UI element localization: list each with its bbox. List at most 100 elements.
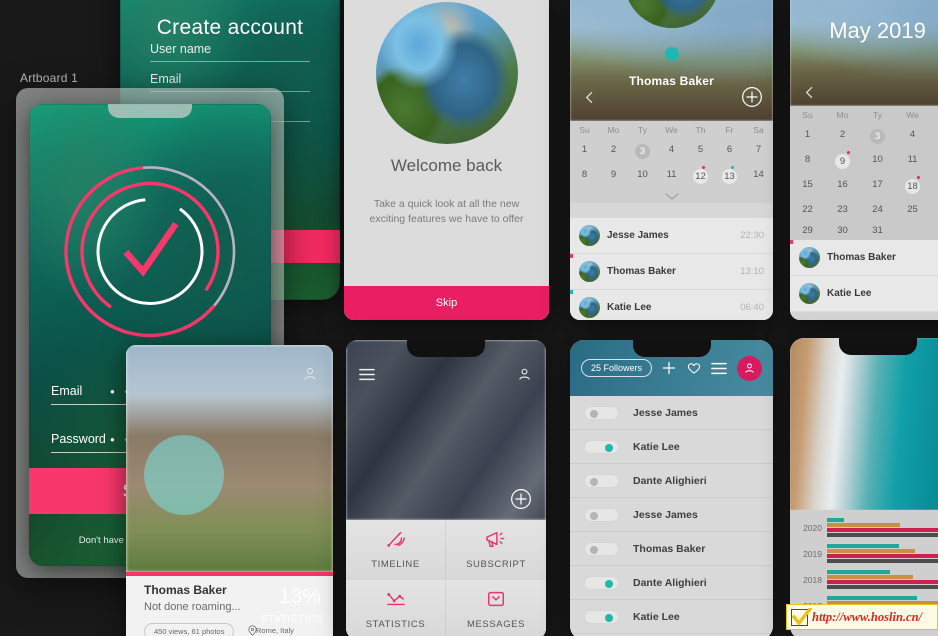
person-icon[interactable] bbox=[301, 365, 319, 383]
calendar-day[interactable]: 11 bbox=[895, 149, 930, 174]
chat-row[interactable]: Thomas Baker bbox=[790, 240, 938, 276]
calendar-day[interactable]: 31 bbox=[860, 220, 895, 241]
bar bbox=[827, 580, 938, 584]
calendar-day[interactable]: 2 bbox=[599, 139, 628, 164]
menu-grid[interactable]: TIMELINE SUBSCRIPT STATISTICS MESSAGES bbox=[346, 520, 546, 636]
calendar-day[interactable]: 19 bbox=[930, 174, 938, 199]
calendar-day[interactable]: 25 bbox=[895, 199, 930, 220]
chat-row[interactable]: Katie Lee 06:40 bbox=[570, 290, 773, 320]
calendar-day[interactable]: 8 bbox=[570, 164, 599, 189]
panel-profile-calendar[interactable]: Thomas Baker Su Mo Ty We Th Fr Sa 123456… bbox=[570, 0, 773, 320]
calendar-day[interactable]: 9 bbox=[825, 149, 860, 174]
calendar-day[interactable]: 1 bbox=[570, 139, 599, 164]
follow-toggle[interactable] bbox=[584, 575, 619, 590]
follow-toggle[interactable] bbox=[584, 541, 619, 556]
calendar-day[interactable]: 5 bbox=[686, 139, 715, 164]
chat-list[interactable]: Thomas Baker Katie Lee bbox=[790, 240, 938, 312]
calendar-day[interactable]: 9 bbox=[599, 164, 628, 189]
calendar-day-number: 1 bbox=[581, 144, 588, 155]
calendar-day[interactable]: 12 bbox=[930, 149, 938, 174]
calendar-day[interactable]: 14 bbox=[744, 164, 773, 189]
hamburger-icon[interactable] bbox=[711, 362, 727, 375]
panel-welcome-back[interactable]: Welcome back Take a quick look at all th… bbox=[344, 0, 549, 320]
panel-rome-post[interactable]: 13% STATISTICS Thomas Baker Not done roa… bbox=[126, 345, 333, 636]
calendar-week-row[interactable]: 15 16 17 18 19 bbox=[790, 174, 938, 199]
follow-toggle[interactable] bbox=[584, 507, 619, 522]
calendar-day[interactable]: 2 bbox=[825, 124, 860, 149]
chevron-left-icon[interactable] bbox=[801, 84, 818, 101]
calendar-day[interactable]: 10 bbox=[860, 149, 895, 174]
hamburger-icon[interactable] bbox=[359, 368, 375, 381]
panel-city-menu[interactable]: TIMELINE SUBSCRIPT STATISTICS MESSAGES bbox=[346, 340, 546, 636]
calendar-day[interactable]: 16 bbox=[825, 174, 860, 199]
chat-row[interactable]: Katie Lee bbox=[790, 276, 938, 312]
follow-toggle[interactable] bbox=[584, 405, 619, 420]
follower-row[interactable]: Thomas Baker bbox=[570, 532, 773, 566]
calendar-day[interactable]: 1 bbox=[790, 124, 825, 149]
chat-row[interactable]: Jesse James 22:30 bbox=[570, 218, 773, 254]
calendar-day[interactable]: 4 bbox=[657, 139, 686, 164]
panel-followers[interactable]: 25 Followers Jesse James Katie Lee Dante A… bbox=[570, 340, 773, 636]
panel-may-calendar[interactable]: May 2019 SuMoTyWeTh 12345 89101112 15161… bbox=[790, 0, 938, 320]
calendar-widget[interactable]: Su Mo Ty We Th Fr Sa 1234567 8 9 10 11 12 13 1… bbox=[570, 121, 773, 203]
calendar-day-number: 18 bbox=[905, 179, 920, 194]
calendar-day[interactable]: 29 bbox=[790, 220, 825, 241]
follow-toggle[interactable] bbox=[584, 439, 619, 454]
calendar-weekday-row: Su Mo Ty We Th bbox=[790, 106, 938, 124]
calendar-day[interactable]: 24 bbox=[860, 199, 895, 220]
follow-toggle[interactable] bbox=[584, 473, 619, 488]
calendar-day[interactable]: 3 bbox=[860, 124, 895, 149]
follow-toggle[interactable] bbox=[584, 609, 619, 624]
username-field[interactable]: User name bbox=[150, 42, 310, 62]
calendar-day[interactable]: 4 bbox=[895, 124, 930, 149]
calendar-day[interactable]: 23 bbox=[825, 199, 860, 220]
followers-list[interactable]: Jesse James Katie Lee Dante Alighieri Jesse… bbox=[570, 396, 773, 636]
calendar-day[interactable]: 26 bbox=[930, 199, 938, 220]
followers-count-pill[interactable]: 25 Followers bbox=[581, 359, 653, 377]
menu-item-timeline[interactable]: TIMELINE bbox=[346, 520, 446, 580]
may-calendar-widget[interactable]: SuMoTyWeTh 12345 89101112 1516171819 222… bbox=[790, 106, 938, 253]
calendar-expand-button[interactable] bbox=[570, 189, 773, 201]
calendar-day[interactable]: 30 bbox=[825, 220, 860, 241]
calendar-week-row[interactable]: 1 2 3 4 5 6 7 bbox=[570, 139, 773, 164]
calendar-day[interactable]: 22 bbox=[790, 199, 825, 220]
heart-icon[interactable] bbox=[686, 360, 702, 376]
person-avatar-icon[interactable] bbox=[737, 355, 762, 381]
menu-item-subscript[interactable]: SUBSCRIPT bbox=[446, 520, 546, 580]
calendar-day[interactable]: 13 bbox=[715, 164, 744, 189]
calendar-day[interactable]: 17 bbox=[860, 174, 895, 199]
follower-row[interactable]: Dante Alighieri bbox=[570, 464, 773, 498]
calendar-day[interactable]: 10 bbox=[628, 164, 657, 189]
follower-row[interactable]: Jesse James bbox=[570, 396, 773, 430]
chevron-left-icon[interactable] bbox=[581, 89, 598, 106]
plus-circle-icon[interactable] bbox=[741, 86, 763, 108]
calendar-day[interactable]: 18 bbox=[895, 174, 930, 199]
follower-row[interactable]: Dante Alighieri bbox=[570, 566, 773, 600]
calendar-day[interactable]: 12 bbox=[686, 164, 715, 189]
calendar-week-row[interactable]: 8 9 10 11 12 bbox=[790, 149, 938, 174]
calendar-week-row[interactable]: 1 2 3 4 5 bbox=[790, 124, 938, 149]
chat-list[interactable]: Jesse James 22:30 Thomas Baker 13:10 Katie L… bbox=[570, 218, 773, 320]
calendar-day[interactable]: 6 bbox=[715, 139, 744, 164]
follower-row[interactable]: Jesse James bbox=[570, 498, 773, 532]
calendar-day[interactable]: 3 bbox=[628, 139, 657, 164]
skip-button[interactable]: Skip bbox=[344, 286, 549, 320]
plus-circle-icon[interactable] bbox=[510, 488, 532, 510]
menu-item-messages[interactable]: MESSAGES bbox=[446, 580, 546, 636]
chat-row[interactable]: Thomas Baker 13:10 bbox=[570, 254, 773, 290]
menu-item-statistics[interactable]: STATISTICS bbox=[346, 580, 446, 636]
follower-row[interactable]: Katie Lee bbox=[570, 600, 773, 634]
plus-icon[interactable] bbox=[661, 360, 677, 376]
follower-row[interactable]: Katie Lee bbox=[570, 430, 773, 464]
calendar-day-number: 2 bbox=[839, 129, 846, 140]
calendar-day[interactable]: 11 bbox=[657, 164, 686, 189]
panel-ocean-chart[interactable]: 2020201920182017 bbox=[790, 338, 938, 636]
calendar-day[interactable]: 7 bbox=[744, 139, 773, 164]
calendar-day[interactable]: 8 bbox=[790, 149, 825, 174]
calendar-day[interactable]: 5 bbox=[930, 124, 938, 149]
calendar-day[interactable]: 15 bbox=[790, 174, 825, 199]
person-icon[interactable] bbox=[516, 366, 533, 383]
calendar-week-row[interactable]: 29 30 31 bbox=[790, 220, 938, 241]
calendar-week-row[interactable]: 22 23 24 25 26 bbox=[790, 199, 938, 220]
calendar-week-row[interactable]: 8 9 10 11 12 13 14 bbox=[570, 164, 773, 189]
